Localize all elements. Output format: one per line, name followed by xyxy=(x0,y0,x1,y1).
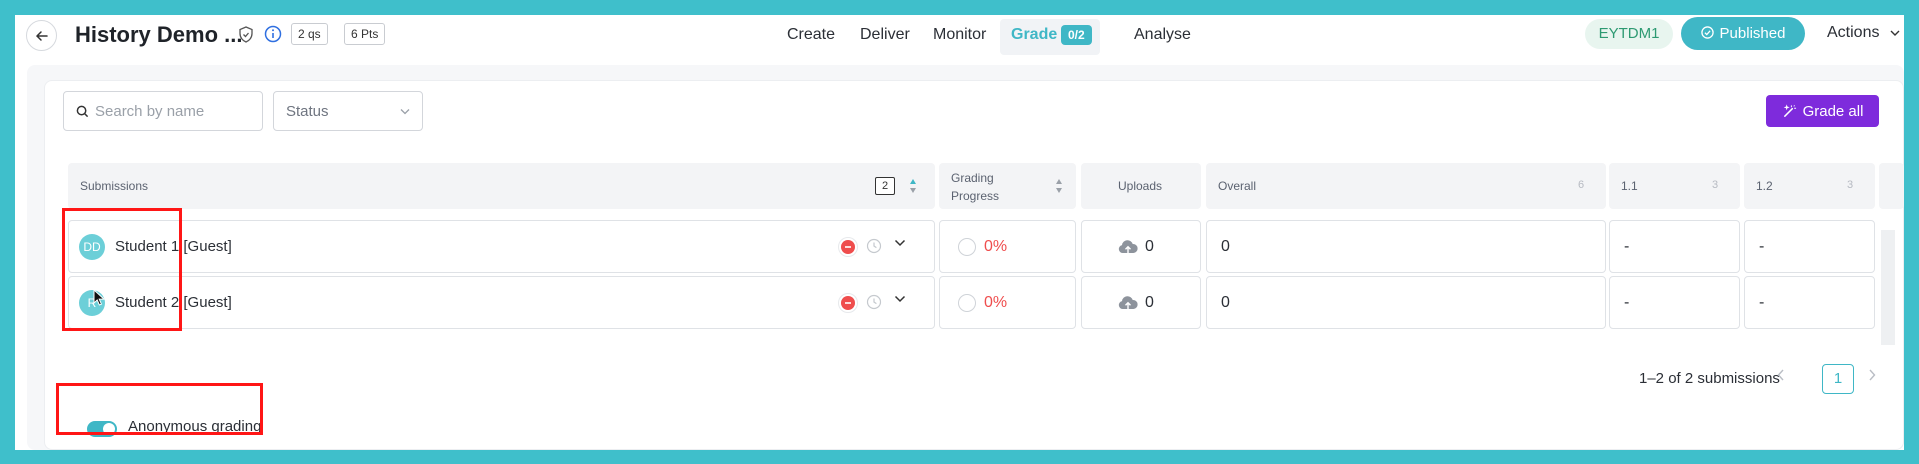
q1-score: - xyxy=(1624,238,1630,255)
remove-submission-button[interactable] xyxy=(838,293,858,313)
overall-cell[interactable]: 0 xyxy=(1206,220,1606,273)
status-placeholder: Status xyxy=(286,102,329,120)
overall-score: 0 xyxy=(1221,238,1230,255)
actions-label: Actions xyxy=(1827,24,1880,41)
q2-points: 3 xyxy=(1847,179,1854,191)
chevron-down-icon xyxy=(1890,30,1900,36)
chevron-right-icon xyxy=(1869,369,1876,381)
published-label: Published xyxy=(1719,25,1786,42)
header-grading-progress[interactable]: Grading Progress xyxy=(939,163,1076,209)
uploads-count: 0 xyxy=(1145,238,1154,255)
clock-icon xyxy=(866,238,882,254)
arrow-left-icon xyxy=(35,30,48,41)
nav-deliver[interactable]: Deliver xyxy=(860,26,910,44)
check-circle-icon xyxy=(1700,18,1714,51)
search-input[interactable] xyxy=(95,102,245,120)
chevron-down-icon[interactable] xyxy=(894,295,906,303)
search-icon xyxy=(76,105,89,117)
questions-chip: 2 qs xyxy=(291,23,328,45)
minus-circle-icon xyxy=(841,296,855,310)
clock-icon xyxy=(866,294,882,310)
q1-score: - xyxy=(1624,294,1630,311)
submissions-count: 2 xyxy=(875,177,895,195)
header-overall: Overall 6 xyxy=(1206,163,1606,209)
nav-create[interactable]: Create xyxy=(787,26,835,44)
assessment-title: History Demo ... xyxy=(75,22,243,47)
grade-count-badge: 0/2 xyxy=(1061,25,1092,45)
page-button-current[interactable]: 1 xyxy=(1822,364,1854,394)
grade-all-label: Grade all xyxy=(1802,102,1864,120)
cloud-upload-icon xyxy=(1118,240,1138,253)
header-question-1-2: 1.2 3 xyxy=(1744,163,1875,209)
uploads-count: 0 xyxy=(1145,294,1154,311)
table-row[interactable]: DD Student 1 [Guest] xyxy=(68,220,935,273)
anonymous-grading-label: Anonymous grading xyxy=(128,418,262,435)
grading-progress-cell[interactable]: 0% xyxy=(939,276,1076,329)
anonymous-grading-toggle[interactable] xyxy=(87,421,117,437)
header-question-1-1: 1.1 3 xyxy=(1609,163,1740,209)
q1-points: 3 xyxy=(1712,179,1719,191)
prev-page-button[interactable] xyxy=(1777,368,1785,385)
uploads-cell[interactable]: 0 xyxy=(1081,220,1201,273)
header-overflow xyxy=(1879,163,1904,209)
shield-check-icon[interactable] xyxy=(238,26,254,43)
nav-grade[interactable]: Grade xyxy=(1011,26,1057,44)
uploads-header-label: Uploads xyxy=(1118,179,1163,193)
minus-circle-icon xyxy=(841,240,855,254)
search-box[interactable] xyxy=(63,91,263,131)
sort-icon[interactable] xyxy=(1055,178,1063,194)
grading-progress-value: 0% xyxy=(984,238,1008,255)
next-page-button[interactable] xyxy=(1868,368,1876,385)
overall-score: 0 xyxy=(1221,294,1230,311)
grading-progress-value: 0% xyxy=(984,294,1008,311)
overall-points: 6 xyxy=(1578,179,1585,191)
question-1-1-cell[interactable]: - xyxy=(1609,220,1740,273)
progress-ring-icon xyxy=(958,294,976,312)
avatar: DD xyxy=(79,234,105,260)
grade-all-button[interactable]: Grade all xyxy=(1766,95,1879,127)
table-row[interactable]: R Student 2 [Guest] xyxy=(68,276,935,329)
cloud-upload-icon xyxy=(1118,296,1138,309)
pagination-summary: 1–2 of 2 submissions xyxy=(1639,370,1780,387)
q2-score: - xyxy=(1759,238,1765,255)
overall-header-label: Overall xyxy=(1218,179,1257,193)
chevron-down-icon xyxy=(400,108,410,114)
progress-ring-icon xyxy=(958,238,976,256)
back-button[interactable] xyxy=(26,20,57,51)
header-uploads: Uploads xyxy=(1081,163,1201,209)
grading-progress-cell[interactable]: 0% xyxy=(939,220,1076,273)
student-name: Student 2 [Guest] xyxy=(115,294,232,311)
top-bar: History Demo ... 2 qs 6 Pts Create Deliv… xyxy=(15,15,1904,65)
app-window: History Demo ... 2 qs 6 Pts Create Deliv… xyxy=(15,15,1904,450)
chevron-down-icon[interactable] xyxy=(894,239,906,247)
header-submissions[interactable]: Submissions 2 xyxy=(68,163,935,209)
submissions-header-label: Submissions xyxy=(80,179,149,193)
nav-monitor[interactable]: Monitor xyxy=(933,26,986,44)
points-chip: 6 Pts xyxy=(344,23,386,45)
published-button[interactable]: Published xyxy=(1681,17,1805,50)
q2-score: - xyxy=(1759,294,1765,311)
nav-analyse[interactable]: Analyse xyxy=(1134,26,1191,44)
q1-header-label: 1.1 xyxy=(1621,179,1638,193)
actions-menu[interactable]: Actions xyxy=(1827,24,1900,42)
q2-header-label: 1.2 xyxy=(1756,179,1773,193)
chevron-left-icon xyxy=(1777,369,1784,381)
student-name: Student 1 [Guest] xyxy=(115,238,232,255)
join-code-badge[interactable]: EYTDM1 xyxy=(1585,19,1673,49)
status-dropdown[interactable]: Status xyxy=(273,91,423,131)
overall-cell[interactable]: 0 xyxy=(1206,276,1606,329)
question-1-1-cell[interactable]: - xyxy=(1609,276,1740,329)
mouse-cursor-icon xyxy=(93,289,105,306)
magic-wand-icon xyxy=(1783,103,1796,117)
sort-icon[interactable] xyxy=(909,178,917,194)
question-1-2-cell[interactable]: - xyxy=(1744,220,1875,273)
uploads-cell[interactable]: 0 xyxy=(1081,276,1201,329)
remove-submission-button[interactable] xyxy=(838,237,858,257)
info-icon[interactable] xyxy=(264,25,282,43)
table-scrollbar[interactable] xyxy=(1881,230,1895,345)
question-1-2-cell[interactable]: - xyxy=(1744,276,1875,329)
grading-progress-header-label: Grading Progress xyxy=(951,171,1000,203)
